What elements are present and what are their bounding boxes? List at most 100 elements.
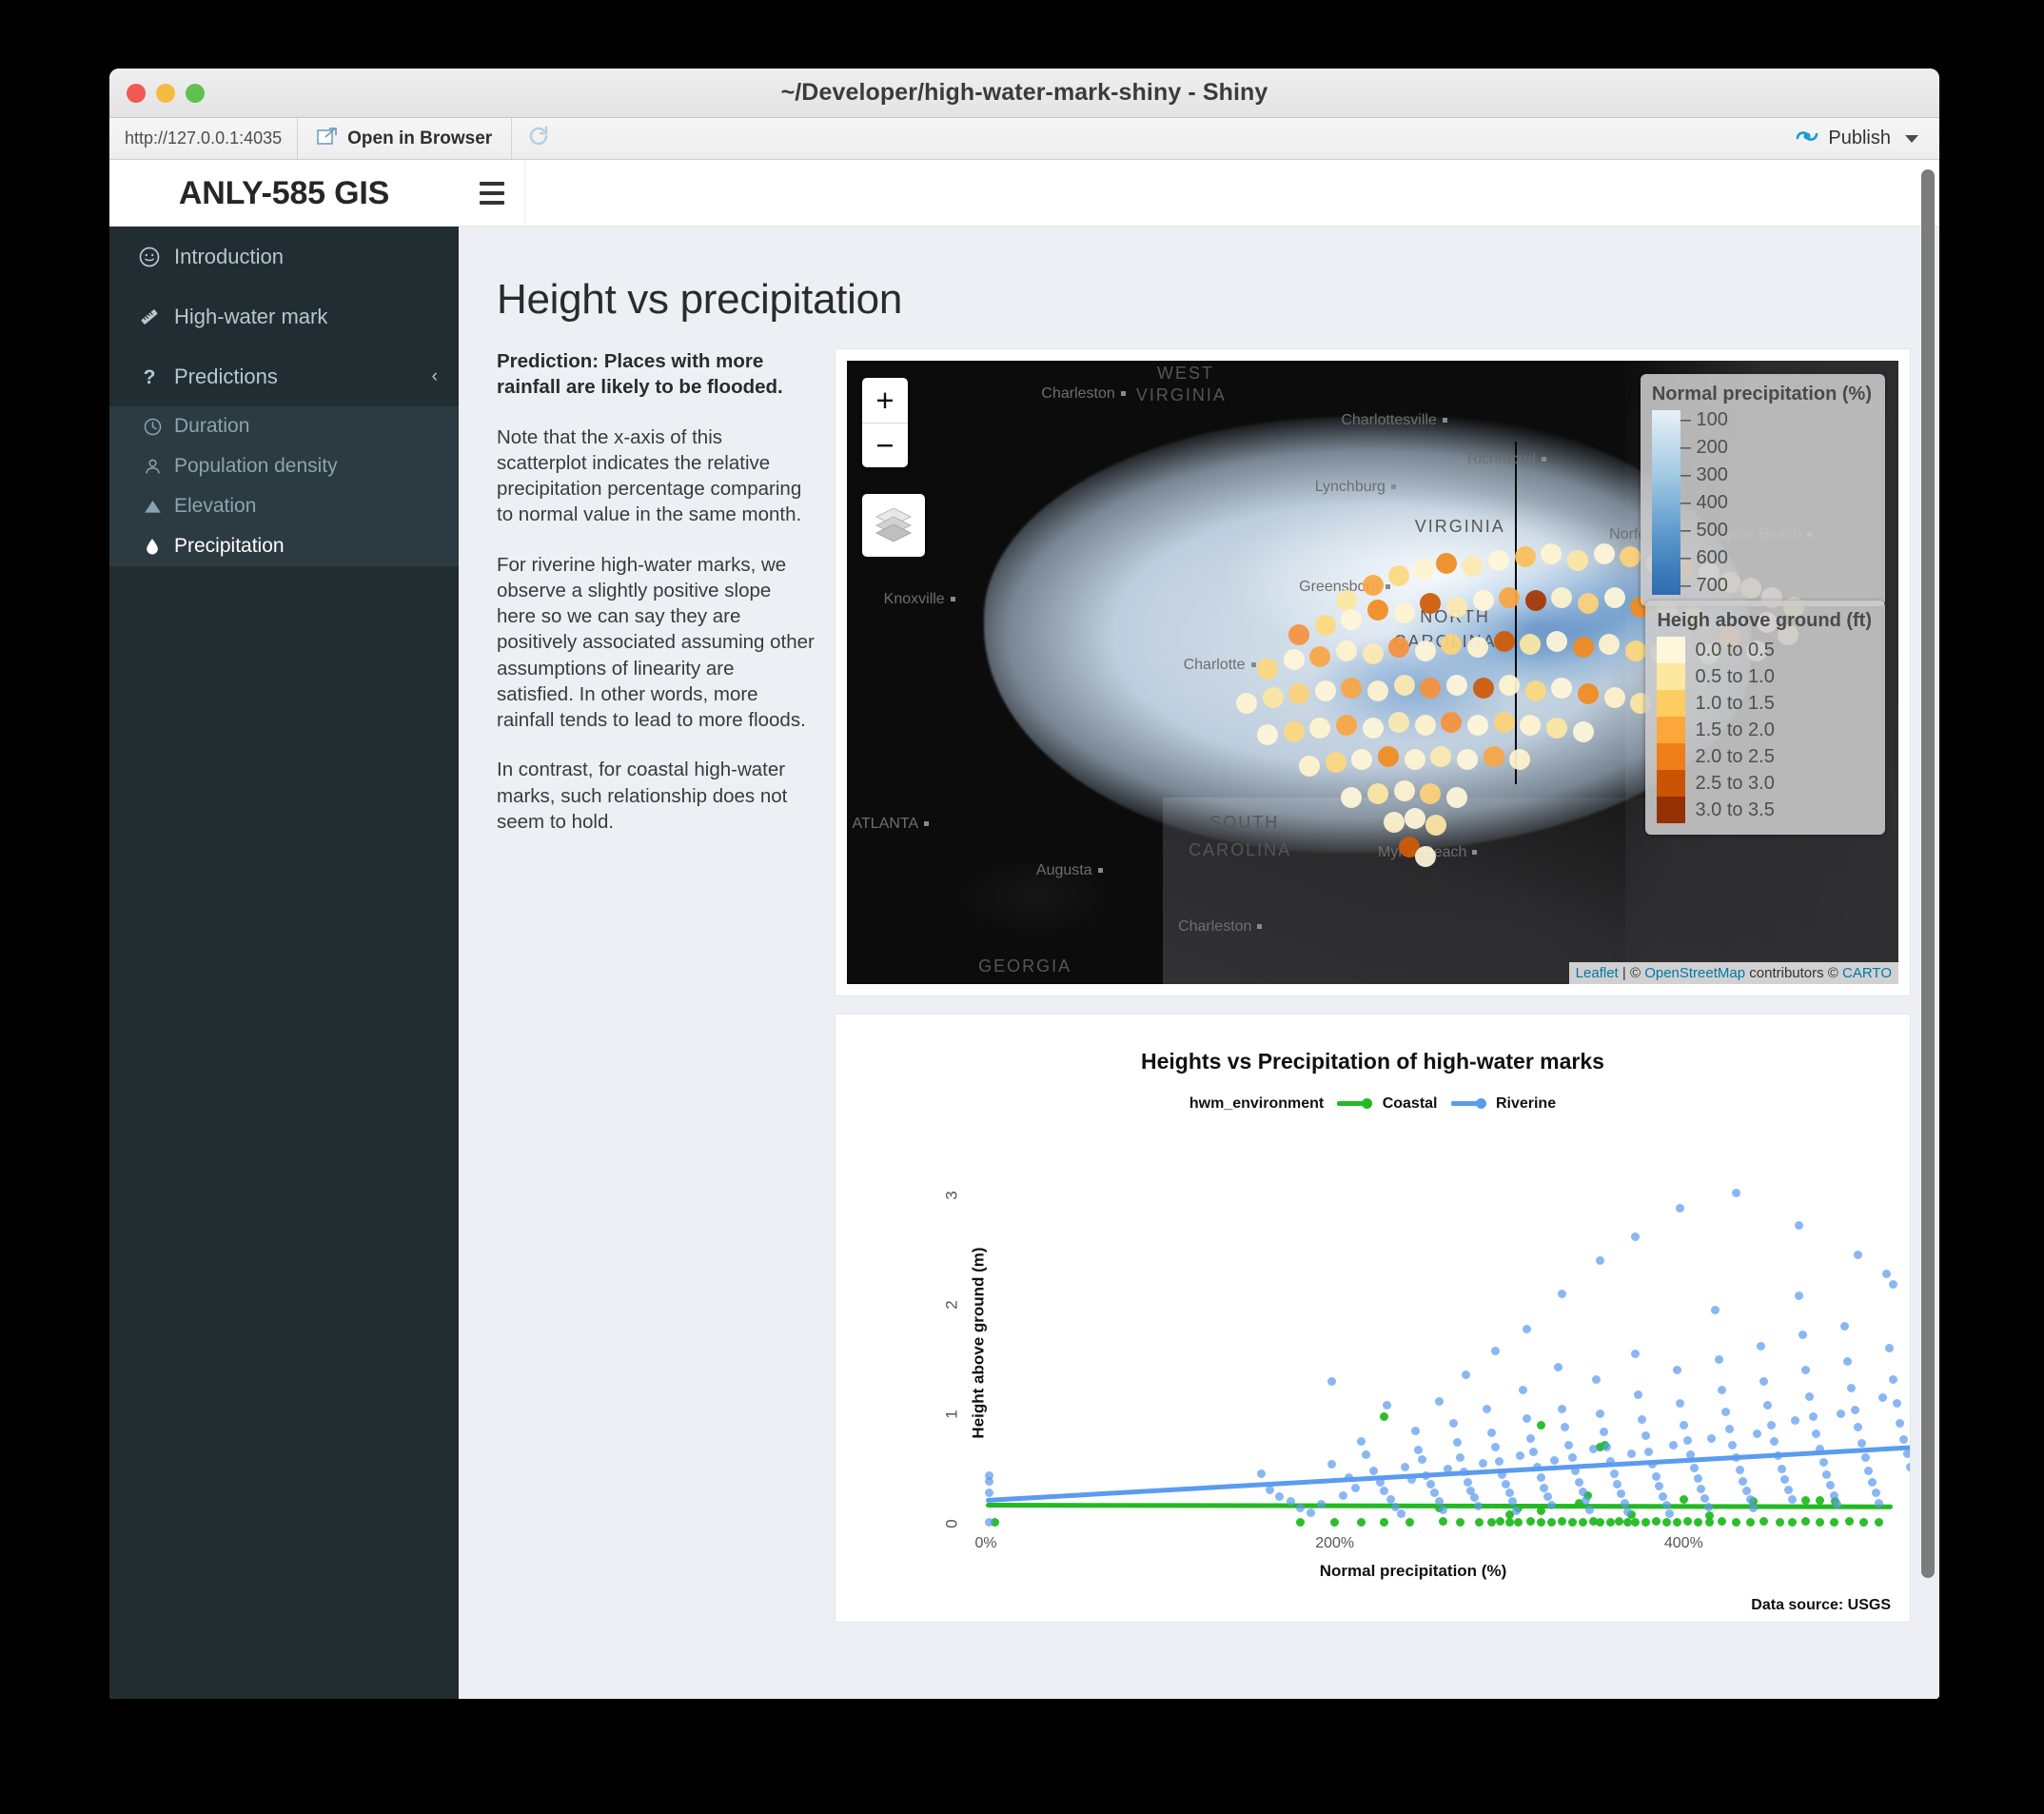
scatter-point[interactable] [1487,1428,1497,1437]
high-water-mark-point[interactable] [1235,693,1257,715]
high-water-mark-point[interactable] [1435,552,1457,574]
high-water-mark-point[interactable] [1414,845,1436,867]
scatter-point[interactable] [1857,1439,1866,1449]
scatter-point[interactable] [1595,1256,1604,1266]
high-water-mark-point[interactable] [1362,574,1384,596]
scatter-point[interactable] [1665,1509,1675,1519]
high-water-mark-point[interactable] [1425,814,1446,836]
scatter-point[interactable] [1770,1437,1779,1447]
scatter-point[interactable] [1759,1517,1769,1527]
scatter-point[interactable] [1595,1410,1604,1419]
sidebar-item-duration[interactable]: Duration [109,406,459,446]
scatter-point[interactable] [1306,1508,1315,1517]
scatter-point[interactable] [1448,1418,1458,1428]
high-water-mark-point[interactable] [1445,596,1467,618]
scatter-point[interactable] [1634,1390,1643,1399]
scatter-point[interactable] [1668,1440,1678,1449]
openstreetmap-link[interactable]: OpenStreetMap [1644,965,1745,981]
scatter-point[interactable] [1759,1376,1769,1386]
scatter-point[interactable] [1898,1434,1908,1444]
scatter-point[interactable] [1295,1504,1305,1513]
high-water-mark-point[interactable] [1472,677,1494,699]
scatter-point[interactable] [1775,1518,1784,1528]
scatter-point[interactable] [1682,1435,1692,1445]
scatter-point[interactable] [1875,1518,1884,1528]
scatter-point[interactable] [1525,1433,1535,1443]
scatter-point[interactable] [1875,1498,1884,1508]
vertical-scrollbar[interactable] [1921,164,1935,1695]
scatter-point[interactable] [1858,1518,1868,1528]
scatter-point[interactable] [1710,1305,1720,1314]
high-water-mark-point[interactable] [1593,543,1615,565]
high-water-mark-point[interactable] [1467,715,1488,737]
scatter-point[interactable] [1356,1437,1366,1447]
open-in-browser-button[interactable]: Open in Browser [298,118,513,159]
scatter-point[interactable] [1731,1188,1740,1197]
scatter-point[interactable] [1787,1518,1797,1528]
sidebar-item-elevation[interactable]: Elevation [109,486,459,526]
high-water-mark-point[interactable] [1599,634,1621,656]
scatter-point[interactable] [1822,1469,1832,1479]
scatter-point[interactable] [1815,1518,1824,1528]
scatter-point[interactable] [1536,1473,1545,1483]
high-water-mark-point[interactable] [1545,630,1567,652]
scatter-point[interactable] [1745,1518,1755,1528]
high-water-mark-point[interactable] [1378,745,1400,767]
scatter-point[interactable] [1482,1404,1491,1413]
scatter-point[interactable] [1756,1341,1765,1351]
scatter-point[interactable] [1798,1331,1807,1340]
high-water-mark-point[interactable] [1572,720,1594,742]
scatter-point[interactable] [1741,1486,1751,1495]
high-water-mark-point[interactable] [1456,749,1478,771]
leaflet-map[interactable]: Charleston WEST VIRGINIA Charlottesville Ric… [847,361,1898,984]
publish-button[interactable]: Publish [1781,118,1939,159]
sidebar-item-precipitation[interactable]: Precipitation [109,526,459,566]
scatter-point[interactable] [1504,1489,1514,1498]
scatter-point[interactable] [1637,1415,1646,1425]
high-water-mark-point[interactable] [1257,724,1278,745]
high-water-mark-point[interactable] [1367,680,1389,702]
high-water-mark-point[interactable] [1393,779,1415,801]
scatter-point[interactable] [1644,1447,1654,1456]
chevron-left-icon[interactable]: ‹ [432,366,438,387]
scatter-point[interactable] [1599,1427,1608,1436]
high-water-mark-point[interactable] [1299,755,1321,777]
scatter-point[interactable] [1839,1322,1849,1331]
scatter-point[interactable] [1655,1482,1664,1491]
high-water-mark-point[interactable] [1314,680,1336,702]
scatter-point[interactable] [1850,1405,1859,1414]
scatter-point[interactable] [1605,1518,1615,1528]
scatter-point[interactable] [1475,1518,1484,1528]
plot-area[interactable]: Height above ground (m) Normal precipita… [943,1162,1910,1580]
high-water-mark-point[interactable] [1341,786,1363,808]
scatter-point[interactable] [1791,1416,1800,1426]
high-water-mark-point[interactable] [1283,720,1305,742]
scatter-point[interactable] [1567,1453,1577,1463]
scatter-point[interactable] [1651,1471,1661,1481]
scatter-point[interactable] [1356,1518,1366,1528]
scatter-point[interactable] [1888,1374,1897,1384]
scatter-point[interactable] [1327,1376,1336,1386]
scatter-point[interactable] [1825,1481,1835,1490]
high-water-mark-point[interactable] [1566,549,1588,571]
scatter-point[interactable] [1463,1477,1472,1487]
scatter-point[interactable] [1316,1499,1326,1508]
scatter-point[interactable] [1888,1280,1897,1290]
scatter-point[interactable] [1720,1408,1730,1417]
scatter-point[interactable] [1504,1518,1514,1528]
scatter-point[interactable] [1718,1386,1727,1394]
high-water-mark-point[interactable] [1420,677,1442,699]
scatter-point[interactable] [1812,1430,1821,1439]
scatter-point[interactable] [1714,1354,1723,1364]
high-water-mark-point[interactable] [1499,674,1521,696]
scatter-point[interactable] [1383,1401,1392,1410]
scatter-point[interactable] [985,1476,994,1486]
scatter-point[interactable] [1501,1480,1510,1489]
scatter-point[interactable] [1339,1490,1348,1500]
app-brand[interactable]: ANLY-585 GIS [109,160,459,227]
scatter-point[interactable] [1780,1475,1790,1485]
scatter-point[interactable] [1567,1518,1577,1528]
scatter-point[interactable] [1529,1447,1539,1456]
scatter-point[interactable] [1620,1498,1629,1508]
scatter-point[interactable] [1327,1460,1336,1469]
